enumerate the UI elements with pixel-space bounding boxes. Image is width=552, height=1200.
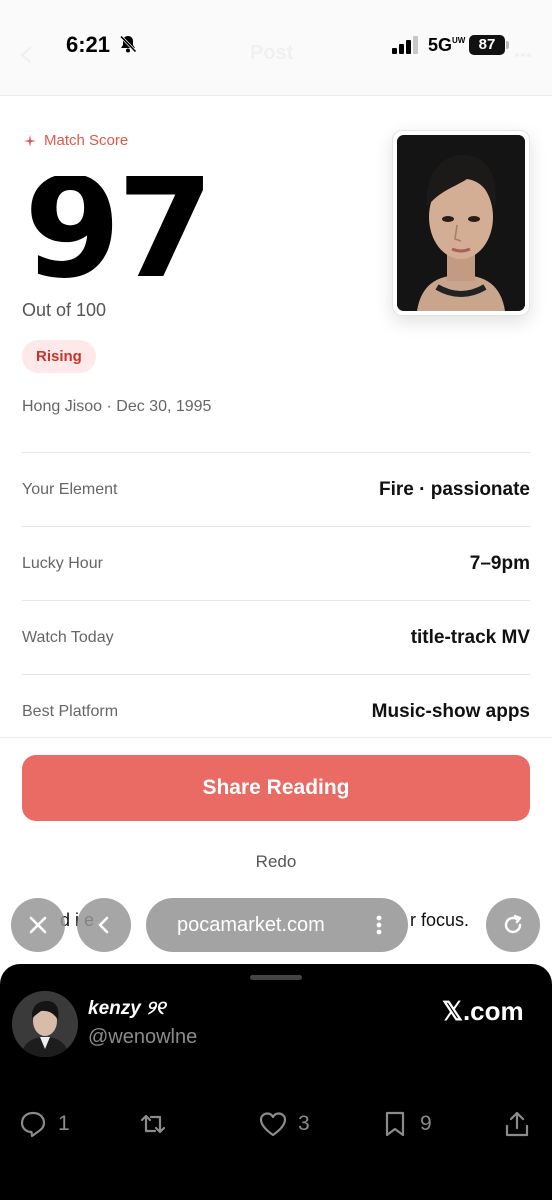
svg-text:97: 97 [24,176,210,286]
avatar[interactable] [12,991,78,1057]
signal-icon [392,36,418,54]
post-actions: 1 3 9 [0,1104,552,1144]
more-vertical-icon[interactable] [376,915,382,935]
info-row-lucky-hour: Lucky Hour 7–9pm [22,527,530,601]
status-bar: 6:21 Post 5GUW 87 [0,0,552,96]
bookmark-icon [385,1111,405,1137]
more-icon[interactable] [512,44,534,66]
battery-tip [506,41,509,49]
bookmark-button[interactable]: 9 [380,1104,432,1144]
info-label: Watch Today [22,628,114,646]
share-button[interactable] [502,1104,532,1144]
share-icon [505,1111,529,1137]
repost-button[interactable] [138,1104,168,1144]
close-tab-button[interactable] [11,898,65,952]
repost-icon [140,1114,166,1134]
like-button[interactable]: 3 [258,1104,310,1144]
reply-icon [20,1111,46,1138]
chevron-left-icon [98,916,109,934]
info-label: Lucky Hour [22,554,103,572]
info-value: Music-show apps [371,701,530,722]
like-count: 3 [298,1112,310,1135]
network-indicator: 5GUW [428,35,466,55]
redo-button[interactable]: Redo [0,852,552,872]
info-row-watch-today: Watch Today title-track MV [22,601,530,675]
bell-off-icon [119,35,137,53]
score-out-of: Out of 100 [22,300,107,320]
back-arrow-icon[interactable] [16,44,38,66]
info-label: Best Platform [22,703,119,720]
status-time: 6:21 [66,32,111,57]
reload-icon [504,914,522,934]
url-text: pocamarket.com [177,913,325,936]
idol-photo [397,135,525,311]
reply-button[interactable]: 1 [18,1104,70,1144]
status-badge: Rising [22,340,96,373]
subject-info: Hong Jisoo · Dec 30, 1995 [22,398,212,415]
heart-icon [259,1112,287,1137]
reload-button[interactable] [486,898,540,952]
reply-count: 1 [58,1112,70,1135]
address-bar[interactable]: pocamarket.com [146,898,408,952]
display-name[interactable]: kenzy ୨୧ [88,998,165,1020]
info-value: Fire · passionate [379,478,530,500]
back-button[interactable] [77,898,131,952]
share-reading-button[interactable]: Share Reading [22,755,530,821]
reading-details: Your Element Fire · passionate Lucky Hou… [22,452,530,749]
info-row-element: Your Element Fire · passionate [22,453,530,527]
info-value: 7–9pm [469,552,530,574]
user-handle[interactable]: @wenowlne [88,1026,197,1049]
info-value: title-track MV [410,626,530,648]
match-score-value: 97 [24,176,214,286]
x-logo[interactable]: 𝕏.com [442,996,524,1027]
bookmark-count: 9 [420,1112,432,1135]
sheet-grabber[interactable] [250,975,302,980]
page-title: Post [250,42,294,64]
close-icon [29,916,47,934]
match-score-label: Match Score [24,132,128,149]
idol-photo-card [392,130,530,316]
info-label: Your Element [22,480,118,498]
battery-indicator: 87 [469,35,505,55]
sparkle-icon [24,134,36,147]
